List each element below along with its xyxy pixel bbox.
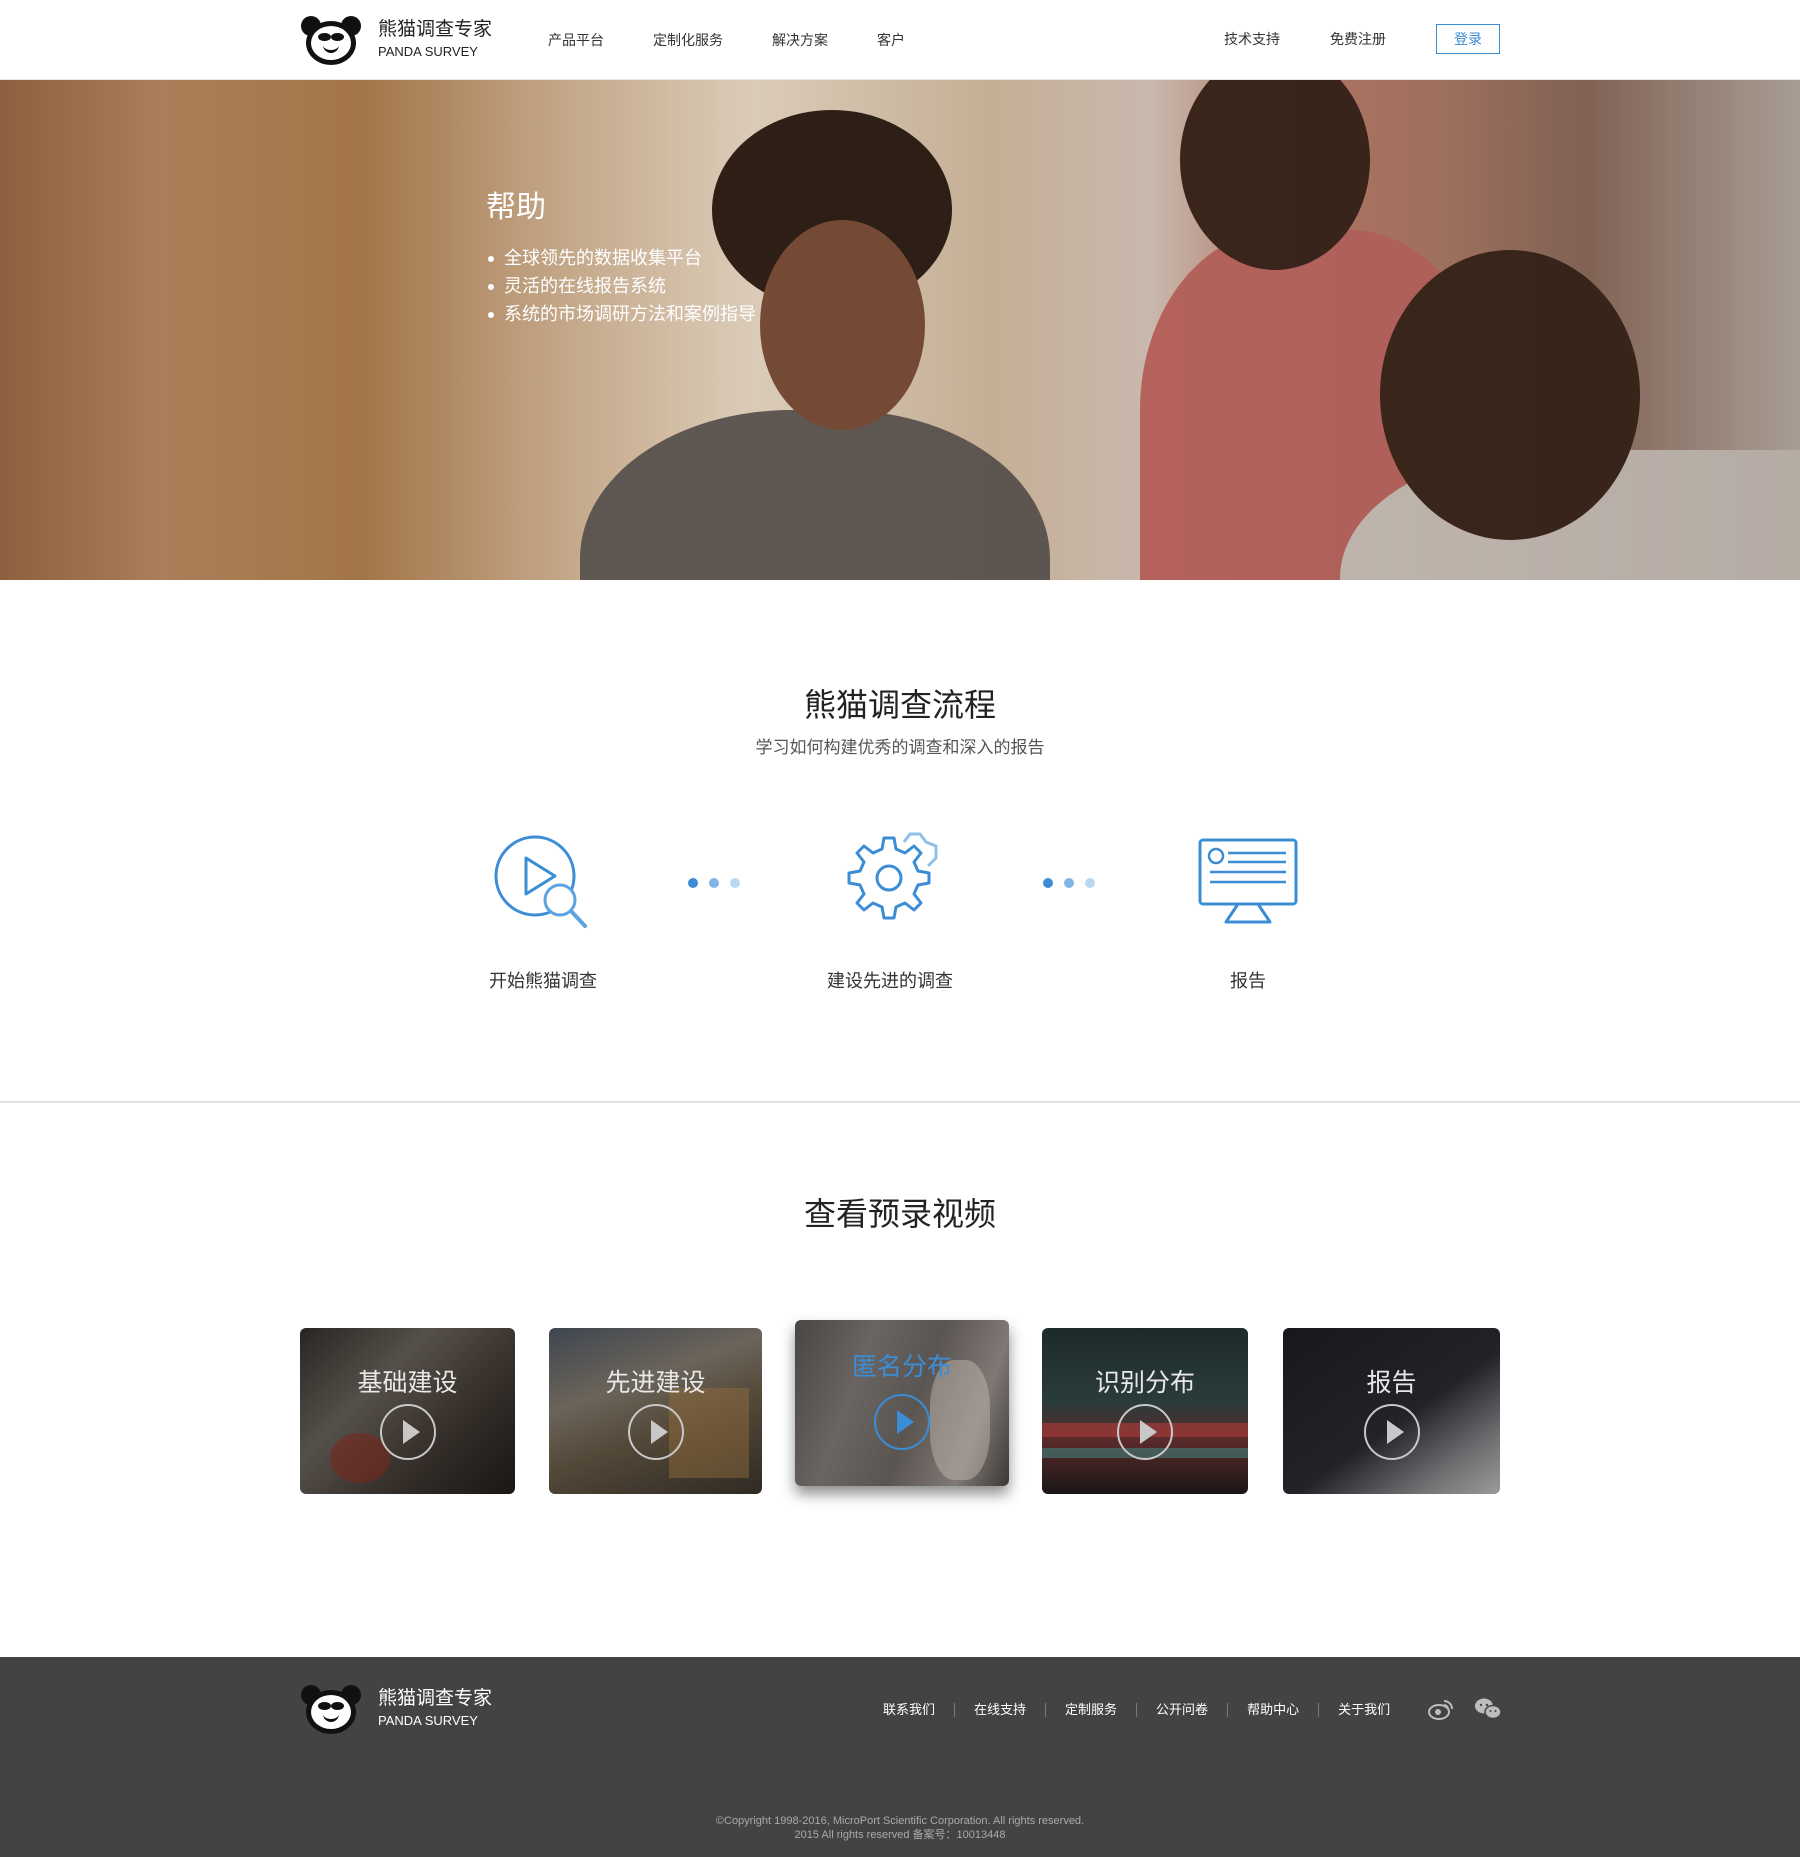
brand-logo[interactable]: 熊猫调查专家 PANDA SURVEY bbox=[298, 12, 498, 68]
hero-title: 帮助 bbox=[486, 191, 546, 224]
footer-brand-name-en: PANDA SURVEY bbox=[378, 1713, 478, 1728]
hero-banner: 帮助 全球领先的数据收集平台 灵活的在线报告系统 系统的市场调研方法和案例指导 bbox=[0, 80, 1800, 580]
icp-text: 2015 All rights reserved 备案号：10013448 bbox=[794, 1829, 1006, 1841]
process-title: 熊猫调查流程 bbox=[803, 687, 996, 723]
play-icon[interactable] bbox=[1363, 1404, 1420, 1460]
footer-link-custom-service[interactable]: 定制服务 bbox=[1065, 1701, 1117, 1719]
login-button[interactable]: 登录 bbox=[1436, 24, 1500, 54]
site-header: 熊猫调查专家 PANDA SURVEY 产品平台 定制化服务 解决方案 客户 技… bbox=[0, 0, 1800, 80]
video-card-title: 报告 bbox=[1366, 1369, 1417, 1397]
footer-link-separator bbox=[954, 1703, 956, 1717]
footer-brand-name-cn: 熊猫调查专家 bbox=[378, 1688, 493, 1709]
hero-bullet-list: 全球领先的数据收集平台 灵活的在线报告系统 系统的市场调研方法和案例指导 bbox=[486, 244, 756, 328]
panda-logo-icon bbox=[298, 14, 364, 66]
site-footer: 熊猫调查专家 PANDA SURVEY 联系我们 在线支持 定制服务 公开问卷 … bbox=[0, 1657, 1800, 1857]
hero-text: 帮助 全球领先的数据收集平台 灵活的在线报告系统 系统的市场调研方法和案例指导 bbox=[486, 188, 756, 328]
brand-name-cn: 熊猫调查专家 bbox=[378, 19, 493, 40]
footer-copyright: ©Copyright 1998-2016, MicroPort Scientif… bbox=[0, 1814, 1800, 1842]
play-icon[interactable] bbox=[874, 1394, 930, 1450]
play-search-icon bbox=[494, 835, 587, 928]
footer-link-contact[interactable]: 联系我们 bbox=[883, 1701, 935, 1719]
process-step-report[interactable]: 报告 bbox=[1158, 832, 1338, 994]
hero-bullet: 全球领先的数据收集平台 bbox=[486, 244, 756, 272]
panda-logo-icon bbox=[298, 1683, 364, 1735]
brand-name-en: PANDA SURVEY bbox=[378, 44, 478, 59]
hero-bullet: 系统的市场调研方法和案例指导 bbox=[486, 300, 756, 328]
nav-item-customers[interactable]: 客户 bbox=[877, 30, 905, 50]
video-card-report[interactable]: 报告 bbox=[1283, 1328, 1500, 1494]
process-step-start[interactable]: 开始熊猫调查 bbox=[453, 832, 633, 994]
play-icon[interactable] bbox=[627, 1404, 684, 1460]
copyright-text: ©Copyright 1998-2016, MicroPort Scientif… bbox=[715, 1815, 1085, 1827]
footer-link-separator bbox=[1136, 1703, 1138, 1717]
process-step-label: 建设先进的调查 bbox=[827, 971, 953, 991]
play-icon[interactable] bbox=[379, 1404, 436, 1460]
video-card-anonymous[interactable]: 匿名分布 bbox=[795, 1320, 1009, 1486]
process-step-build[interactable]: 建设先进的调查 bbox=[800, 832, 980, 994]
footer-link-about[interactable]: 关于我们 bbox=[1338, 1701, 1390, 1719]
video-card-identified[interactable]: 识别分布 bbox=[1042, 1328, 1248, 1494]
monitor-report-icon bbox=[1198, 838, 1298, 924]
nav-item-custom-service[interactable]: 定制化服务 bbox=[653, 30, 723, 50]
video-card-title: 匿名分布 bbox=[851, 1353, 952, 1381]
hero-overlay bbox=[0, 80, 1800, 580]
footer-link-separator bbox=[1045, 1703, 1047, 1717]
footer-brand-logo[interactable]: 熊猫调查专家 PANDA SURVEY bbox=[298, 1683, 492, 1735]
video-card-basic[interactable]: 基础建设 bbox=[300, 1328, 515, 1494]
process-step-label: 开始熊猫调查 bbox=[489, 971, 597, 991]
main-nav: 产品平台 定制化服务 解决方案 客户 bbox=[548, 30, 954, 50]
nav-item-solutions[interactable]: 解决方案 bbox=[772, 30, 828, 50]
footer-link-separator bbox=[1227, 1703, 1229, 1717]
social-links bbox=[1428, 1697, 1502, 1721]
process-connector-dots bbox=[688, 878, 740, 888]
process-step-label: 报告 bbox=[1230, 971, 1266, 991]
footer-link-separator bbox=[1318, 1703, 1320, 1717]
process-subtitle: 学习如何构建优秀的调查和深入的报告 bbox=[755, 738, 1045, 757]
nav-item-free-register[interactable]: 免费注册 bbox=[1330, 29, 1386, 49]
video-card-advanced[interactable]: 先进建设 bbox=[549, 1328, 762, 1494]
footer-link-public-survey[interactable]: 公开问卷 bbox=[1156, 1701, 1208, 1719]
process-connector-dots bbox=[1043, 878, 1095, 888]
section-divider bbox=[0, 1101, 1800, 1103]
hero-bullet: 灵活的在线报告系统 bbox=[486, 272, 756, 300]
footer-link-online-support[interactable]: 在线支持 bbox=[974, 1701, 1026, 1719]
nav-item-products[interactable]: 产品平台 bbox=[548, 30, 604, 50]
gear-icon bbox=[847, 832, 938, 920]
nav-item-tech-support[interactable]: 技术支持 bbox=[1224, 29, 1280, 49]
videos-title: 查看预录视频 bbox=[803, 1196, 996, 1232]
video-card-title: 基础建设 bbox=[357, 1369, 458, 1397]
footer-links: 联系我们 在线支持 定制服务 公开问卷 帮助中心 关于我们 bbox=[883, 1701, 1390, 1719]
header-actions: 技术支持 免费注册 登录 bbox=[1224, 24, 1500, 54]
wechat-icon[interactable] bbox=[1474, 1697, 1502, 1721]
weibo-icon[interactable] bbox=[1428, 1697, 1454, 1721]
play-icon[interactable] bbox=[1117, 1404, 1173, 1460]
footer-link-help-center[interactable]: 帮助中心 bbox=[1247, 1701, 1299, 1719]
video-card-title: 先进建设 bbox=[605, 1369, 706, 1397]
video-card-title: 识别分布 bbox=[1094, 1369, 1195, 1397]
